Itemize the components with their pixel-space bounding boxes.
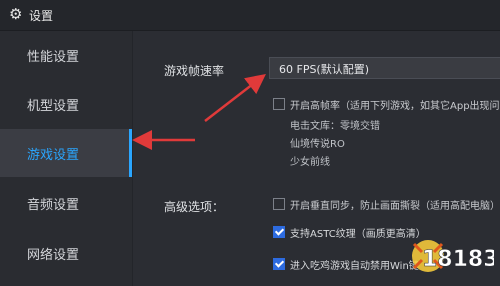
high-fps-option-label: 开启高帧率（适用下列游戏，如其它App出现问	[290, 101, 500, 112]
sidebar-item-label: 网络设置	[27, 248, 80, 263]
sidebar-item-network[interactable]: 网络设置	[0, 229, 132, 277]
title-bar: ⚙ 设置	[0, 0, 500, 31]
sidebar-item-device[interactable]: 机型设置	[0, 80, 132, 128]
sidebar-item-performance[interactable]: 性能设置	[0, 31, 132, 79]
astc-option-label: 支持ASTC纹理（画质更高清）	[290, 229, 426, 240]
sidebar-item-label: 音频设置	[27, 198, 80, 213]
high-fps-game: 电击文库：零境交错	[290, 121, 380, 132]
advanced-options-label: 高级选项：	[164, 200, 225, 214]
astc-checkbox[interactable]	[273, 226, 285, 238]
fps-select-value: 60 FPS(默认配置)	[279, 63, 370, 76]
sidebar-item-label: 性能设置	[27, 50, 80, 65]
settings-sidebar: 性能设置 机型设置 游戏设置 音频设置 网络设置	[0, 31, 133, 286]
svg-text:18183: 18183	[422, 247, 494, 272]
sidebar-item-game[interactable]: 游戏设置	[0, 129, 132, 177]
high-fps-checkbox[interactable]	[273, 98, 285, 110]
fps-select[interactable]: 60 FPS(默认配置)	[269, 57, 500, 79]
fps-label: 游戏帧速率	[164, 64, 225, 78]
active-indicator	[129, 129, 132, 177]
window-title: 设置	[29, 9, 54, 23]
high-fps-game: 仙境传说RO	[290, 139, 345, 150]
sidebar-item-label: 机型设置	[27, 99, 80, 114]
vsync-option-label: 开启垂直同步，防止画面撕裂（适用高配电脑）	[290, 201, 500, 212]
high-fps-game: 少女前线	[290, 157, 330, 168]
sidebar-item-audio[interactable]: 音频设置	[0, 179, 132, 227]
gear-icon: ⚙	[9, 5, 23, 23]
disable-win-key-checkbox[interactable]	[273, 258, 285, 270]
vsync-checkbox[interactable]	[273, 198, 285, 210]
disable-win-key-option-label: 进入吃鸡游戏自动禁用Win键	[290, 261, 419, 272]
sidebar-item-label: 游戏设置	[27, 148, 80, 163]
watermark-logo: 18183	[408, 232, 499, 280]
